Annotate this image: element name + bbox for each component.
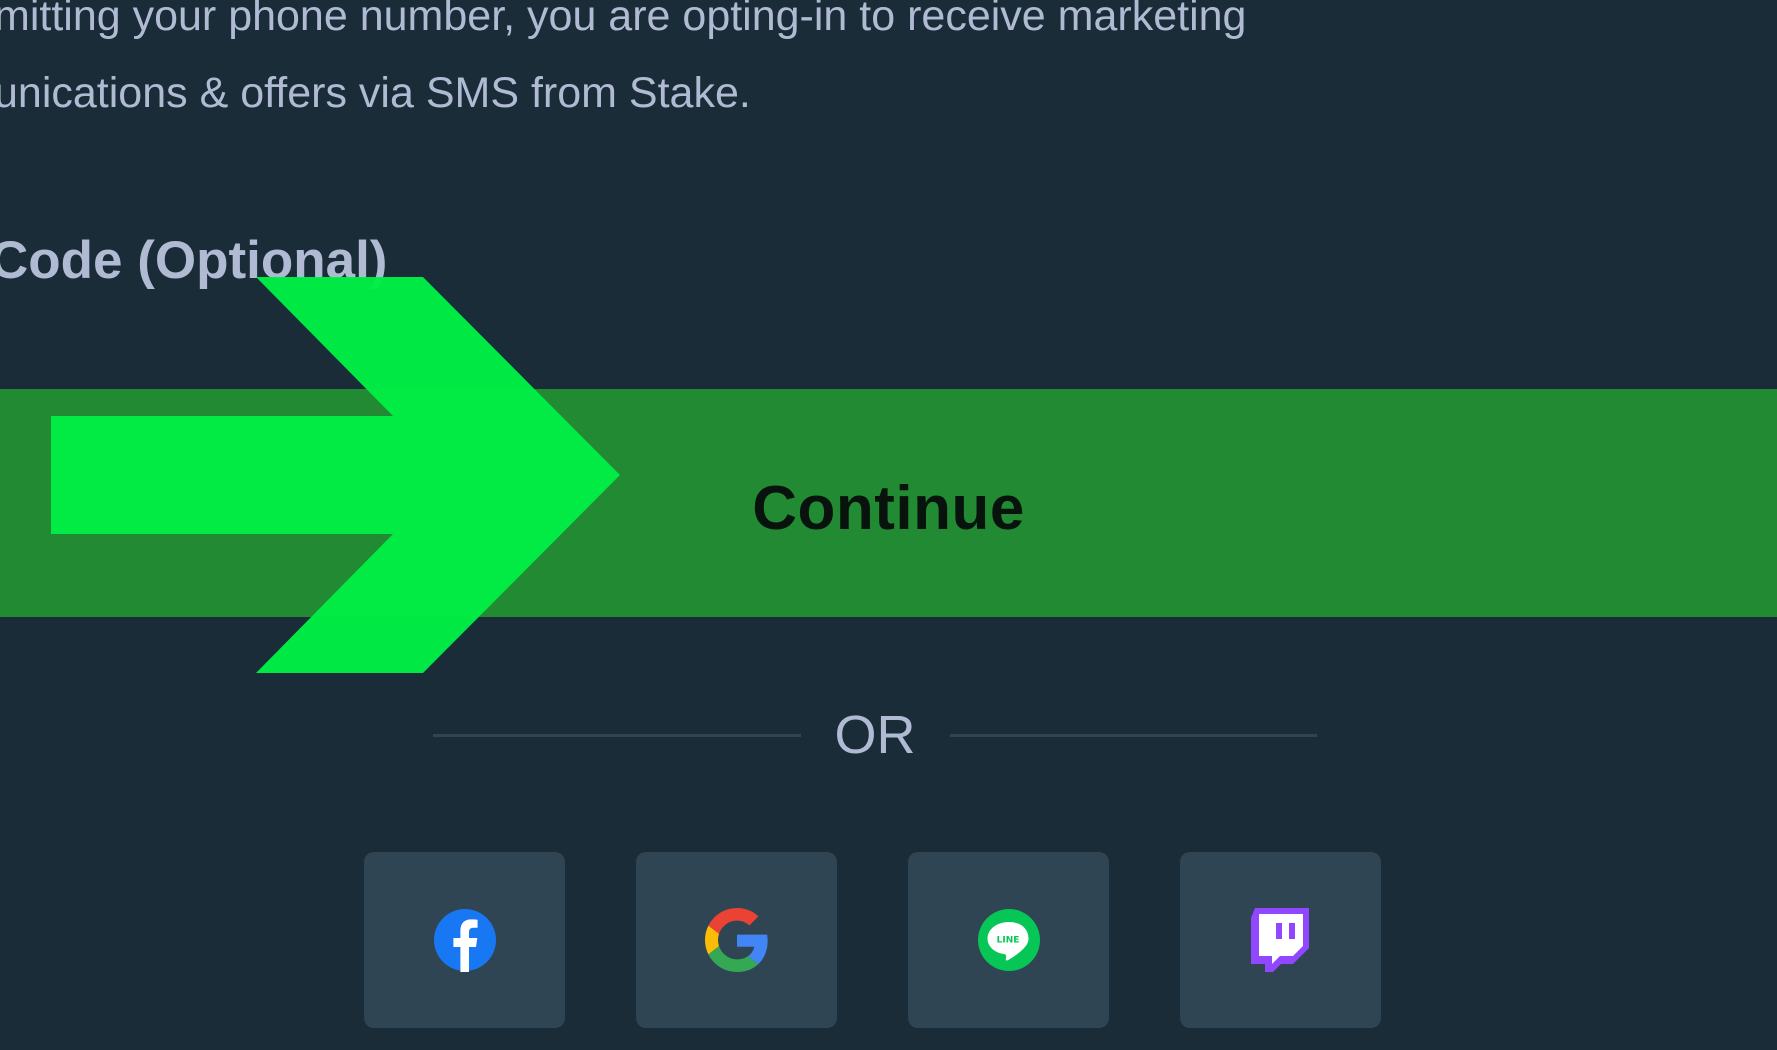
google-icon bbox=[704, 908, 768, 972]
line-login-button[interactable]: LINE bbox=[908, 852, 1109, 1028]
twitch-login-button[interactable] bbox=[1180, 852, 1381, 1028]
code-optional-label[interactable]: Code (Optional) bbox=[0, 230, 387, 291]
or-divider: OR bbox=[433, 700, 1317, 770]
divider-line-left bbox=[433, 733, 801, 737]
social-login-row: LINE bbox=[364, 852, 1381, 1028]
sms-consent-text: mitting your phone number, you are optin… bbox=[0, 0, 1694, 132]
svg-text:LINE: LINE bbox=[996, 936, 1019, 946]
continue-button-label: Continue bbox=[752, 473, 1025, 543]
line-icon: LINE bbox=[977, 909, 1040, 971]
google-login-button[interactable] bbox=[636, 852, 837, 1028]
sms-consent-line-1: mitting your phone number, you are optin… bbox=[0, 0, 1247, 40]
twitch-icon bbox=[1250, 908, 1309, 972]
facebook-login-button[interactable] bbox=[364, 852, 565, 1028]
sms-consent-line-2: unications & offers via SMS from Stake. bbox=[0, 69, 751, 117]
registration-page: mitting your phone number, you are optin… bbox=[0, 0, 1777, 1050]
or-label: OR bbox=[834, 705, 916, 765]
continue-button[interactable]: Continue bbox=[0, 389, 1777, 617]
facebook-icon bbox=[433, 909, 496, 972]
divider-line-right bbox=[949, 733, 1317, 737]
